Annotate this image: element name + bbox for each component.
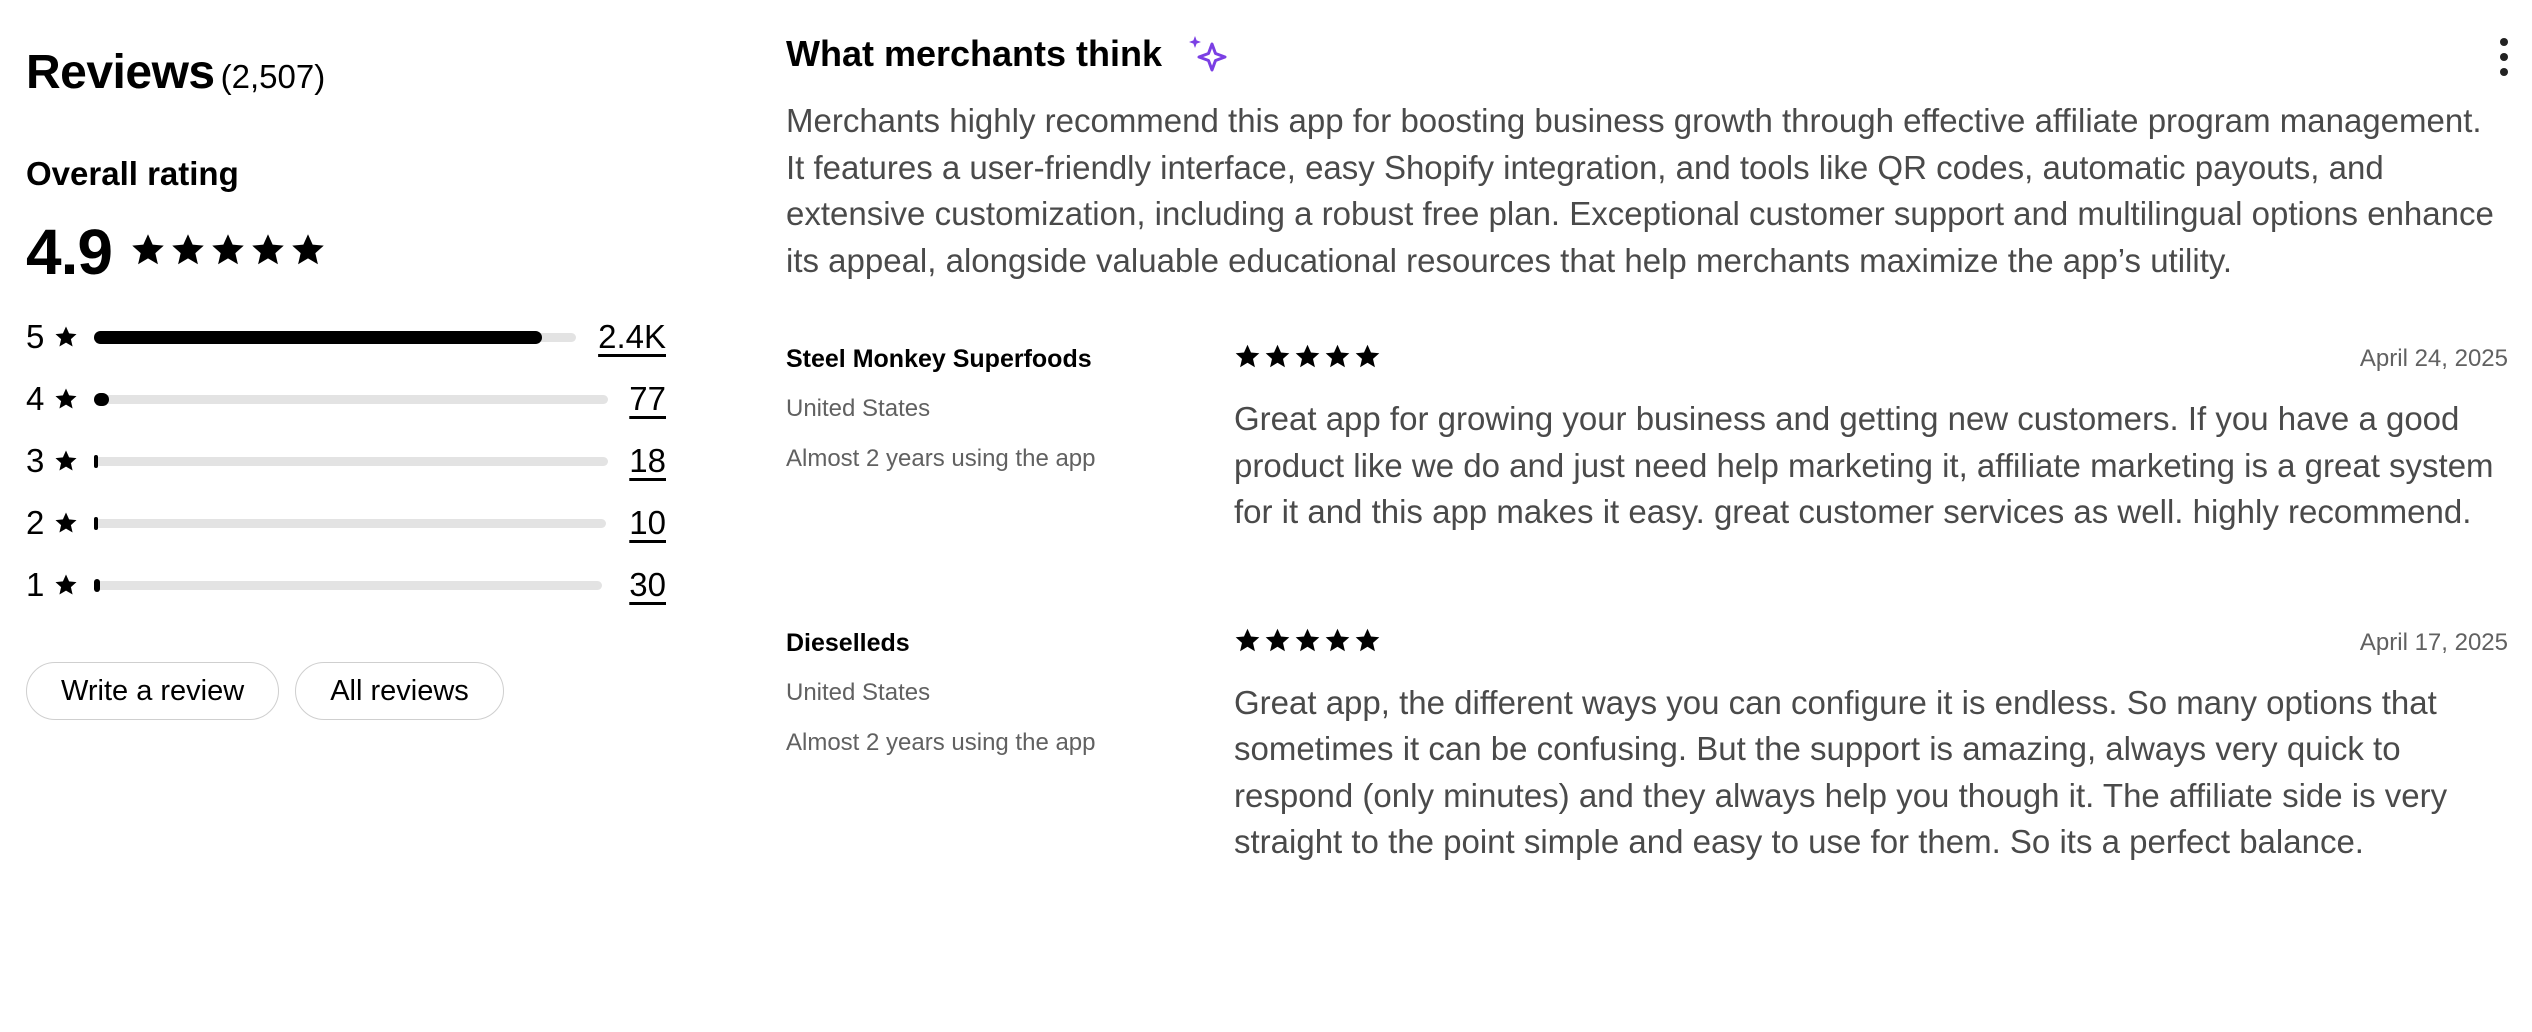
- star-icon: [130, 232, 166, 273]
- overall-rating: 4.9: [26, 214, 666, 290]
- review-stars: [1234, 343, 1381, 375]
- rating-bar: [94, 392, 608, 406]
- star-icon: [1264, 343, 1291, 375]
- star-icon: [50, 573, 94, 597]
- reviewer-name: Dieselleds: [786, 628, 910, 657]
- star-icon: [50, 511, 94, 535]
- rating-row-3[interactable]: 3 18: [26, 430, 666, 492]
- overall-rating-label: Overall rating: [26, 155, 239, 192]
- star-icon: [1294, 343, 1321, 375]
- rating-count-link[interactable]: 10: [629, 503, 666, 543]
- rating-count-link[interactable]: 30: [629, 565, 666, 605]
- reviews-page: Reviews (2,507) Overall rating 4.9 5 2.4K…: [0, 0, 2532, 1032]
- rating-bar: [94, 578, 602, 592]
- overall-stars: [130, 232, 326, 273]
- star-icon: [210, 232, 246, 273]
- rating-distribution: 5 2.4K 4 77 3 18 2 10 1 30: [26, 306, 666, 616]
- rating-count-link[interactable]: 18: [629, 441, 666, 481]
- star-icon: [250, 232, 286, 273]
- rating-count-link[interactable]: 2.4K: [598, 317, 666, 357]
- star-icon: [170, 232, 206, 273]
- review-item: Steel Monkey Superfoods United States Al…: [786, 344, 2508, 536]
- rating-row-stars: 3: [26, 442, 45, 479]
- rating-bar: [94, 516, 606, 530]
- rating-row-stars: 4: [26, 380, 45, 417]
- reviews-heading: Reviews (2,507): [26, 40, 666, 110]
- review-text: Great app for growing your business and …: [1234, 400, 2494, 530]
- rating-row-1[interactable]: 1 30: [26, 554, 666, 616]
- all-reviews-button[interactable]: All reviews: [295, 662, 504, 720]
- rating-row-stars: 1: [26, 566, 45, 603]
- rating-row-2[interactable]: 2 10: [26, 492, 666, 554]
- reviewer-info: Steel Monkey Superfoods United States Al…: [786, 344, 1206, 474]
- more-options-icon[interactable]: [2500, 38, 2508, 76]
- rating-row-stars: 2: [26, 504, 45, 541]
- rating-row-5[interactable]: 5 2.4K: [26, 306, 666, 368]
- sparkle-icon: [1188, 34, 1230, 74]
- rating-value: 4.9: [26, 216, 113, 288]
- star-icon: [1264, 627, 1291, 659]
- review-meta: April 17, 2025: [1234, 628, 2508, 658]
- star-icon: [1234, 343, 1261, 375]
- review-meta: April 24, 2025: [1234, 344, 2508, 374]
- star-icon: [1234, 627, 1261, 659]
- reviewer-name: Steel Monkey Superfoods: [786, 345, 1092, 373]
- review-text: Great app, the different ways you can co…: [1234, 683, 2448, 861]
- star-icon: [1354, 343, 1381, 375]
- reviewer-usage: Almost 2 years using the app: [786, 728, 1096, 756]
- star-icon: [1324, 627, 1351, 659]
- rating-count-link[interactable]: 77: [629, 379, 666, 419]
- rating-bar-fill: [94, 454, 98, 468]
- reviews-count: (2,507): [220, 58, 326, 95]
- write-review-button[interactable]: Write a review: [26, 662, 280, 720]
- rating-bar-fill: [94, 516, 98, 530]
- star-icon: [1294, 627, 1321, 659]
- rating-bar-fill: [94, 330, 542, 344]
- star-icon: [1354, 627, 1381, 659]
- review-body: April 24, 2025 Great app for growing you…: [1234, 344, 2508, 536]
- star-icon: [1324, 343, 1351, 375]
- review-body: April 17, 2025 Great app, the different …: [1234, 628, 2508, 866]
- rating-overview: Reviews (2,507) Overall rating 4.9 5 2.4K…: [26, 40, 666, 720]
- reviews-title: Reviews: [26, 46, 215, 99]
- reviewer-usage: Almost 2 years using the app: [786, 445, 1096, 472]
- reviewer-country: United States: [786, 678, 931, 706]
- star-icon: [50, 325, 94, 349]
- star-icon: [50, 387, 94, 411]
- rating-bar-fill: [94, 578, 100, 592]
- rating-bar-fill: [94, 392, 109, 406]
- reviewer-info: Dieselleds United States Almost 2 years …: [786, 628, 1206, 758]
- star-icon: [290, 232, 326, 273]
- star-icon: [50, 449, 94, 473]
- review-item: Dieselleds United States Almost 2 years …: [786, 628, 2508, 866]
- summary-text: Merchants highly recommend this app for …: [786, 102, 2494, 279]
- rating-row-4[interactable]: 4 77: [26, 368, 666, 430]
- review-actions: Write a review All reviews: [26, 662, 666, 720]
- reviewer-country: United States: [786, 395, 931, 422]
- summary-title: What merchants think: [786, 33, 1163, 74]
- rating-bar: [94, 454, 608, 468]
- rating-row-stars: 5: [26, 318, 45, 355]
- rating-bar: [94, 330, 576, 344]
- summary-header: What merchants think: [786, 24, 2508, 84]
- reviews-content: What merchants think Merchants highly re…: [786, 24, 2508, 866]
- review-stars: [1234, 627, 1381, 659]
- review-date: April 24, 2025: [2359, 345, 2508, 372]
- review-date: April 17, 2025: [2359, 628, 2508, 656]
